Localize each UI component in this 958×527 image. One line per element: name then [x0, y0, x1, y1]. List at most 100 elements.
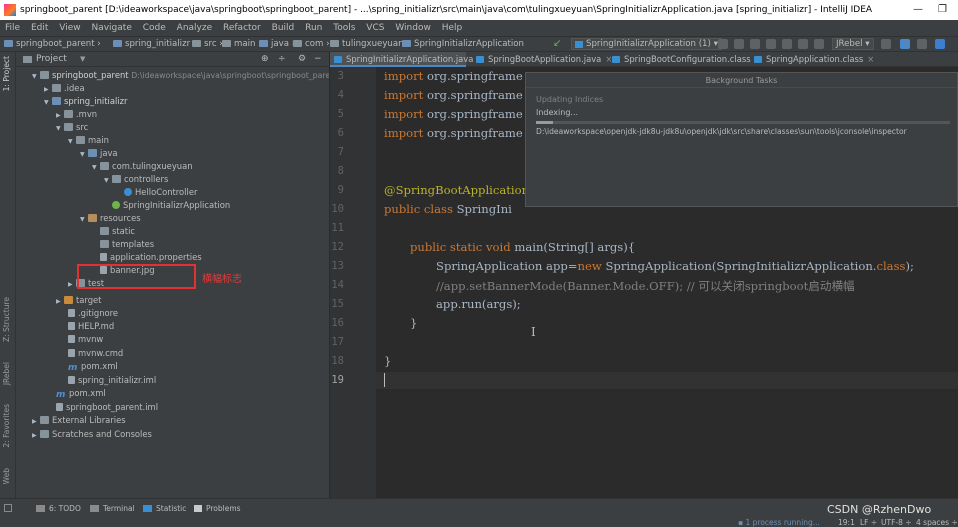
debug-icon[interactable] — [734, 39, 744, 49]
tree-item[interactable]: .gitignore — [68, 307, 118, 320]
expand-arrow-icon[interactable]: ▶ — [56, 295, 64, 308]
run-icon[interactable] — [718, 39, 728, 49]
expand-arrow-icon[interactable]: ▼ — [80, 148, 88, 161]
collapse-icon[interactable]: ÷ — [278, 52, 286, 67]
expand-arrow-icon[interactable]: ▼ — [56, 122, 64, 135]
breadcrumb-item[interactable]: spring_initializr › — [113, 37, 196, 51]
expand-arrow-icon[interactable]: ▼ — [104, 174, 112, 187]
profile-icon[interactable] — [766, 39, 776, 49]
expand-arrow-icon[interactable]: ▼ — [80, 213, 88, 226]
menu-analyze[interactable]: Analyze — [177, 20, 212, 36]
jrebel-panel-icon[interactable] — [935, 39, 945, 49]
tab-springapplication[interactable]: SpringApplication.class × — [750, 52, 874, 67]
tree-item[interactable]: ▶ .mvn — [56, 108, 97, 121]
attach-icon[interactable] — [782, 39, 792, 49]
expand-arrow-icon[interactable]: ▶ — [68, 278, 76, 291]
status-encoding[interactable]: UTF-8 ÷ — [881, 518, 912, 527]
status-indent[interactable]: 4 spaces ÷ — [916, 518, 958, 527]
minimize-button[interactable]: — — [913, 0, 923, 20]
tab-springbootconfiguration[interactable]: SpringBootConfiguration.class× — [608, 52, 762, 67]
status-position[interactable]: 19:1 — [838, 518, 855, 527]
menu-file[interactable]: File — [5, 20, 20, 36]
tree-item[interactable]: ▶ External Libraries — [32, 414, 126, 427]
tree-item[interactable]: ▼ springboot_parent D:\ideaworkspace\java… — [32, 69, 329, 82]
tree-item[interactable]: ▼ spring_initializr — [44, 95, 127, 108]
build-project-icon[interactable] — [798, 39, 808, 49]
menu-tools[interactable]: Tools — [333, 20, 355, 36]
expand-arrow-icon[interactable]: ▼ — [68, 135, 76, 148]
menu-window[interactable]: Window — [395, 20, 431, 36]
expand-arrow-icon[interactable]: ▼ — [32, 70, 40, 83]
tool-problems[interactable]: Problems — [194, 504, 241, 513]
tree-item[interactable]: m pom.xml — [56, 387, 106, 400]
expand-arrow-icon[interactable]: ▶ — [32, 429, 40, 442]
breadcrumb-item[interactable]: tulingxueyuan › — [330, 37, 410, 51]
tree-item[interactable]: static — [100, 225, 135, 238]
menu-view[interactable]: View — [59, 20, 80, 36]
tree-item[interactable]: HELP.md — [68, 320, 114, 333]
tree-item[interactable]: application.properties — [100, 251, 202, 264]
status-line-separator[interactable]: LF ÷ — [860, 518, 877, 527]
tree-item[interactable]: SpringInitializrApplication — [112, 199, 230, 212]
expand-arrow-icon[interactable]: ▼ — [44, 96, 52, 109]
status-running[interactable]: ▪ 1 process running... — [738, 518, 820, 527]
menu-build[interactable]: Build — [272, 20, 295, 36]
tab-springinitializrapplication[interactable]: SpringInitializrApplication.java× — [330, 52, 484, 67]
stop-jrebel-icon[interactable] — [881, 39, 891, 49]
tab-springbootapplication[interactable]: SpringBootApplication.java × — [472, 52, 612, 67]
stop-icon[interactable] — [814, 39, 824, 49]
view-dropdown-icon[interactable]: ▼ — [80, 52, 85, 67]
hide-panel-icon[interactable]: − — [314, 52, 322, 67]
tree-item[interactable]: ▼ src — [56, 121, 88, 134]
build-icon[interactable]: ↙ — [553, 37, 561, 51]
tree-item[interactable]: ▼ resources — [80, 212, 141, 225]
breadcrumb-item[interactable]: src › — [192, 37, 223, 51]
expand-arrow-icon[interactable]: ▶ — [32, 415, 40, 428]
menu-edit[interactable]: Edit — [31, 20, 48, 36]
breadcrumb-item[interactable]: SpringInitializrApplication — [402, 37, 524, 51]
tree-item[interactable]: ▼ main — [68, 134, 109, 147]
side-tab-favorites[interactable]: 2: Favorites — [2, 404, 11, 448]
tool-statistic[interactable]: Statistic — [143, 504, 186, 513]
expand-arrow-icon[interactable]: ▼ — [92, 161, 100, 174]
side-tab-web[interactable]: Web — [2, 468, 11, 484]
menu-help[interactable]: Help — [442, 20, 463, 36]
jrebel-select[interactable]: JRebel ▾ — [832, 38, 874, 50]
tree-item[interactable]: m pom.xml — [68, 360, 118, 373]
side-tab-project[interactable]: 1: Project — [2, 56, 11, 91]
menu-refactor[interactable]: Refactor — [223, 20, 261, 36]
search-everywhere-icon[interactable] — [917, 39, 927, 49]
tree-item[interactable]: mvnw — [68, 333, 103, 346]
tree-item[interactable]: ▶ target — [56, 294, 101, 307]
tree-item[interactable]: mvnw.cmd — [68, 347, 123, 360]
tree-item[interactable]: ▼ com.tulingxueyuan — [92, 160, 193, 173]
menu-navigate[interactable]: Navigate — [91, 20, 131, 36]
breadcrumb-item[interactable]: com › — [293, 37, 330, 51]
tree-item[interactable]: spring_initializr.iml — [68, 374, 156, 387]
project-structure-icon[interactable] — [900, 39, 910, 49]
breadcrumb-item[interactable]: springboot_parent › — [4, 37, 101, 51]
tool-windows-icon[interactable] — [4, 504, 12, 512]
tree-item[interactable]: ▼ controllers — [104, 173, 168, 186]
side-tab-jrebel[interactable]: JRebel — [2, 362, 11, 385]
tree-item[interactable]: ▼ java — [80, 147, 118, 160]
breadcrumb-item[interactable]: java › — [259, 37, 295, 51]
tree-item[interactable]: templates — [100, 238, 154, 251]
menu-code[interactable]: Code — [143, 20, 166, 36]
close-icon[interactable]: × — [867, 54, 874, 64]
run-config-select[interactable]: SpringInitializrApplication (1) ▾ — [571, 38, 722, 50]
breadcrumb-item[interactable]: main › — [222, 37, 262, 51]
coverage-icon[interactable] — [750, 39, 760, 49]
restore-button[interactable]: ❐ — [938, 0, 947, 20]
project-panel-title[interactable]: Project — [36, 52, 67, 67]
tree-item[interactable]: HelloController — [124, 186, 197, 199]
tree-item[interactable]: ▶ Scratches and Consoles — [32, 428, 152, 441]
gear-icon[interactable]: ⚙ — [298, 52, 306, 67]
tree-item[interactable]: ▶ .idea — [44, 82, 85, 95]
background-tasks-popup[interactable]: Background Tasks Updating Indices Indexi… — [525, 72, 958, 207]
side-tab-structure[interactable]: Z: Structure — [2, 297, 11, 342]
locate-icon[interactable]: ⊕ — [261, 52, 269, 67]
tool-todo[interactable]: 6: TODO — [36, 504, 81, 513]
menu-vcs[interactable]: VCS — [366, 20, 384, 36]
tree-item[interactable]: springboot_parent.iml — [56, 401, 158, 414]
